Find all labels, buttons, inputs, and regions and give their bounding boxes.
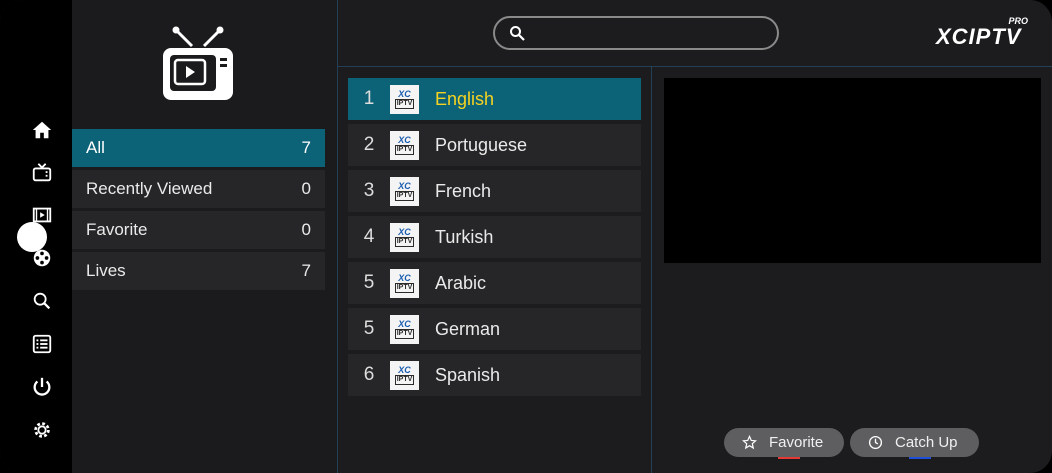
channel-logo: XC IPTV [390,176,419,206]
favorite-indicator [778,457,800,459]
category-count: 7 [301,138,311,157]
channel-item[interactable]: 5 XC IPTV Arabic [348,262,641,304]
catch-up-button[interactable]: Catch Up [850,428,979,459]
channel-name: Spanish [435,364,501,385]
search-icon[interactable] [30,289,54,313]
channel-item[interactable]: 6 XC IPTV Spanish [348,354,641,396]
channel-number: 3 [363,180,375,201]
clock-icon [868,435,883,450]
channel-logo: XC IPTV [390,314,419,344]
channel-number: 1 [363,88,375,109]
search-icon [510,26,525,41]
category-label: Lives [86,261,126,280]
channel-number: 4 [363,226,375,247]
star-icon [742,435,757,450]
category-recently-viewed[interactable]: Recently Viewed 0 [72,170,325,208]
brand-logo: XCIPTV PRO [936,16,1028,50]
channel-number: 5 [363,318,375,339]
catch-up-label: Catch Up [895,434,958,451]
search-bar[interactable] [493,16,779,50]
catch-up-indicator [908,457,931,459]
category-all[interactable]: All 7 [72,129,325,167]
channel-item[interactable]: 4 XC IPTV Turkish [348,216,641,258]
channel-item[interactable]: 3 XC IPTV French [348,170,641,212]
category-count: 0 [301,220,311,239]
brand-badge: PRO [1008,16,1028,26]
category-list: All 7 Recently Viewed 0 Favorite 0 Lives… [72,129,325,293]
series-reel-icon[interactable] [30,246,54,270]
channel-number: 5 [363,272,375,293]
category-favorite[interactable]: Favorite 0 [72,211,325,249]
settings-gear-icon[interactable] [30,418,54,442]
divider [651,66,652,473]
live-tv-icon[interactable] [30,161,54,185]
channel-name: English [435,88,495,109]
nav-rail [0,0,72,473]
channel-logo: XC IPTV [390,130,419,160]
tv-logo-icon [163,26,233,100]
channel-logo: XC IPTV [390,84,419,114]
category-count: 0 [301,179,311,198]
channel-item[interactable]: 1 XC IPTV English [348,78,641,120]
category-panel: All 7 Recently Viewed 0 Favorite 0 Lives… [72,0,338,473]
brand-name: XCIPTV [936,24,1022,49]
app-window: All 7 Recently Viewed 0 Favorite 0 Lives… [0,0,1052,473]
favorite-label: Favorite [769,434,824,451]
list-icon[interactable] [30,332,54,356]
category-label: Recently Viewed [86,179,213,198]
channel-name: Portuguese [435,134,528,155]
video-preview[interactable] [664,78,1041,263]
divider [337,66,1052,67]
channel-logo: XC IPTV [390,268,419,298]
home-icon[interactable] [30,118,54,142]
category-lives[interactable]: Lives 7 [72,252,325,290]
channel-number: 6 [363,364,375,385]
channel-name: German [435,318,501,339]
favorite-button[interactable]: Favorite [724,428,844,459]
channel-item[interactable]: 5 XC IPTV German [348,308,641,350]
channel-list: 1 XC IPTV English 2 XC IPTV Portuguese 3 X… [348,78,641,400]
channel-name: Turkish [435,226,494,247]
channel-logo: XC IPTV [390,360,419,390]
channel-name: French [435,180,492,201]
category-count: 7 [301,261,311,280]
channel-logo: XC IPTV [390,222,419,252]
channel-number: 2 [363,134,375,155]
category-label: All [86,138,105,157]
channel-name: Arabic [435,272,487,293]
category-label: Favorite [86,220,148,239]
power-icon[interactable] [30,375,54,399]
channel-item[interactable]: 2 XC IPTV Portuguese [348,124,641,166]
